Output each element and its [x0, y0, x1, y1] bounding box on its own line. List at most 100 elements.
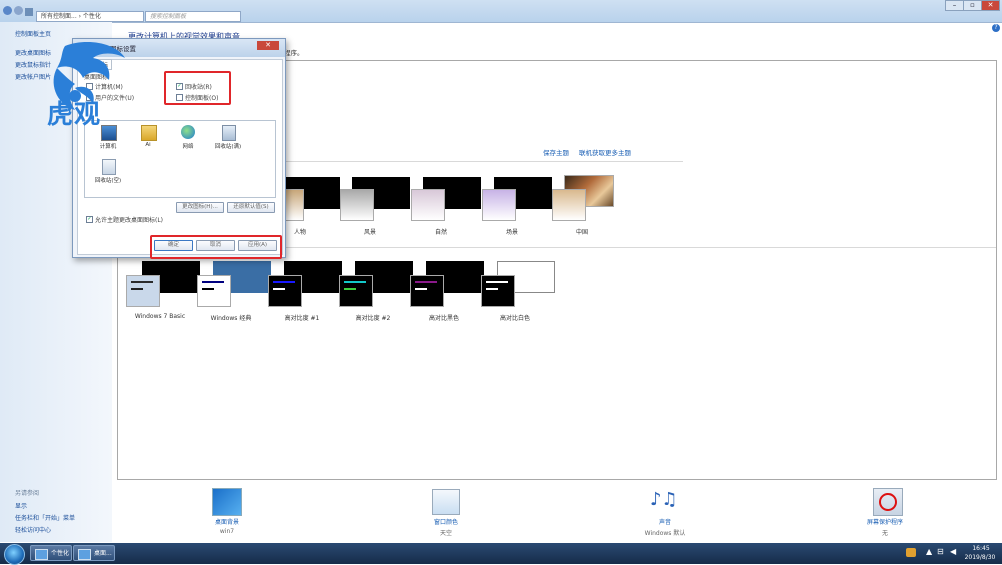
theme-preview-bar	[273, 288, 285, 290]
clock-date[interactable]: 2019/8/30	[960, 554, 1000, 561]
icon-label: 回收站(满)	[214, 144, 242, 150]
theme-preview-window	[197, 275, 231, 307]
divider	[278, 161, 683, 162]
theme-label: 中国	[575, 229, 588, 236]
checkbox-label: 允许主题更改桌面图标(L)	[95, 217, 164, 224]
theme-preview-window	[340, 189, 374, 221]
screensaver-value: 无	[881, 530, 888, 537]
theme-preview-bar	[202, 288, 214, 290]
sound-value: Windows 默认	[644, 530, 686, 537]
theme-item[interactable]: Windows 7 Basic	[124, 261, 204, 321]
theme-preview-window	[339, 275, 373, 307]
theme-preview-bar	[486, 288, 498, 290]
taskbar: 个性化 桌面... ▲ ⊟ ◀ 16:45 2019/8/30	[0, 543, 1002, 565]
theme-preview-bar	[486, 281, 508, 283]
taskbar-button-label: 桌面...	[94, 550, 112, 557]
recycle-bin-empty-icon	[102, 159, 116, 175]
theme-item[interactable]: Windows 经典	[195, 261, 275, 322]
music-note-icon: ♪♫	[650, 489, 678, 510]
theme-item[interactable]: 高对比度 #2	[337, 261, 417, 322]
see-also-ease-of-access[interactable]: 轻松访问中心	[15, 525, 51, 534]
window-icon	[78, 549, 91, 560]
search-input[interactable]: 搜索控制面板	[145, 11, 241, 22]
highlight-box	[164, 71, 231, 105]
window-color-setting[interactable]: 窗口颜色 天空	[401, 488, 491, 540]
theme-preview-bar	[344, 281, 366, 283]
icon-recycle-full[interactable]: 回收站(满)	[211, 125, 245, 153]
desktop-background-icon	[212, 488, 242, 516]
icon-network[interactable]: 网络	[171, 125, 205, 153]
theme-label: 场景	[505, 229, 518, 236]
theme-preview-window	[410, 275, 444, 307]
maximize-button[interactable]: ▫	[963, 0, 982, 11]
theme-preview-window	[126, 275, 160, 307]
icon-user-folder[interactable]: Ai	[131, 125, 165, 153]
ime-icon[interactable]	[906, 548, 916, 557]
theme-item[interactable]: 高对比度 #1	[266, 261, 346, 322]
theme-preview-bar	[273, 281, 295, 283]
window-color-value: 天空	[439, 530, 452, 537]
see-also-taskbar[interactable]: 任务栏和「开始」菜单	[15, 513, 75, 522]
screensaver-setting[interactable]: 屏幕保护程序 无	[840, 488, 930, 540]
theme-label: 自然	[434, 229, 447, 236]
sound-label: 声音	[658, 519, 671, 526]
theme-item[interactable]: 高对比白色	[479, 261, 559, 322]
window-icon	[35, 549, 48, 560]
desktop-background-setting[interactable]: 桌面背景 win7	[182, 488, 272, 540]
clock-time[interactable]: 16:45	[966, 545, 996, 552]
minimize-button[interactable]: –	[945, 0, 964, 11]
start-button[interactable]	[4, 544, 25, 565]
network-icon[interactable]: ⊟	[937, 547, 944, 556]
recycle-bin-full-icon	[222, 125, 236, 141]
theme-preview-bar	[344, 288, 356, 290]
highlight-box	[150, 235, 282, 259]
close-button[interactable]: ✕	[981, 0, 1000, 11]
theme-preview-bar	[415, 288, 427, 290]
window-titlebar: 所有控制面... › 个性化 搜索控制面板 – ▫ ✕	[0, 0, 1002, 23]
theme-preview-window	[268, 275, 302, 307]
see-also-display[interactable]: 显示	[15, 501, 27, 510]
icon-label: 网络	[182, 144, 194, 150]
theme-preview-window	[481, 275, 515, 307]
folder-icon	[141, 125, 157, 141]
back-button[interactable]	[3, 6, 12, 15]
control-panel-icon	[25, 8, 33, 16]
theme-preview-bar	[131, 281, 153, 283]
theme-preview-window	[411, 189, 445, 221]
theme-label: 高对比度 #2	[355, 315, 391, 322]
globe-icon	[181, 125, 195, 139]
change-icon-button[interactable]: 更改图标(H)...	[176, 202, 224, 213]
address-bar[interactable]: 所有控制面... › 个性化	[36, 11, 144, 22]
volume-icon[interactable]: ◀	[950, 547, 956, 556]
theme-preview-bar	[131, 288, 143, 290]
show-hidden-icons[interactable]: ▲	[926, 547, 932, 556]
forward-button[interactable]	[14, 6, 23, 15]
screensaver-label: 屏幕保护程序	[866, 519, 903, 526]
theme-item[interactable]: 高对比黑色	[408, 261, 488, 322]
checkbox-box[interactable]: ✓	[86, 216, 93, 223]
restore-default-button[interactable]: 还原默认值(S)	[227, 202, 275, 213]
sound-setting[interactable]: ♪♫ 声音 Windows 默认	[620, 488, 710, 540]
icon-label: 计算机	[99, 144, 117, 150]
save-theme-link[interactable]: 保存主题	[543, 147, 569, 157]
window-color-label: 窗口颜色	[433, 519, 458, 526]
taskbar-button-desktop[interactable]: 桌面...	[73, 545, 115, 561]
desktop-background-label: 桌面背景	[214, 519, 239, 526]
no-entry-icon	[879, 493, 897, 511]
desktop-background-value: win7	[219, 528, 235, 535]
theme-label: 高对比度 #1	[284, 315, 320, 322]
icon-label: 回收站(空)	[94, 178, 122, 184]
theme-item[interactable]: 中国	[550, 175, 630, 237]
help-icon[interactable]: ?	[992, 24, 1000, 32]
icon-label: Ai	[145, 142, 151, 148]
see-also-heading: 另请参阅	[15, 490, 40, 497]
theme-preview-bar	[202, 281, 224, 283]
theme-label: Windows 经典	[210, 315, 252, 322]
dialog-close-button[interactable]: ✕	[257, 41, 279, 50]
online-themes-link[interactable]: 联机获取更多主题	[579, 147, 631, 157]
icon-recycle-empty[interactable]: 回收站(空)	[91, 159, 125, 187]
window-color-icon	[432, 489, 460, 515]
theme-preview-window	[482, 189, 516, 221]
screensaver-icon	[873, 488, 903, 516]
taskbar-button-personalization[interactable]: 个性化	[30, 545, 72, 561]
